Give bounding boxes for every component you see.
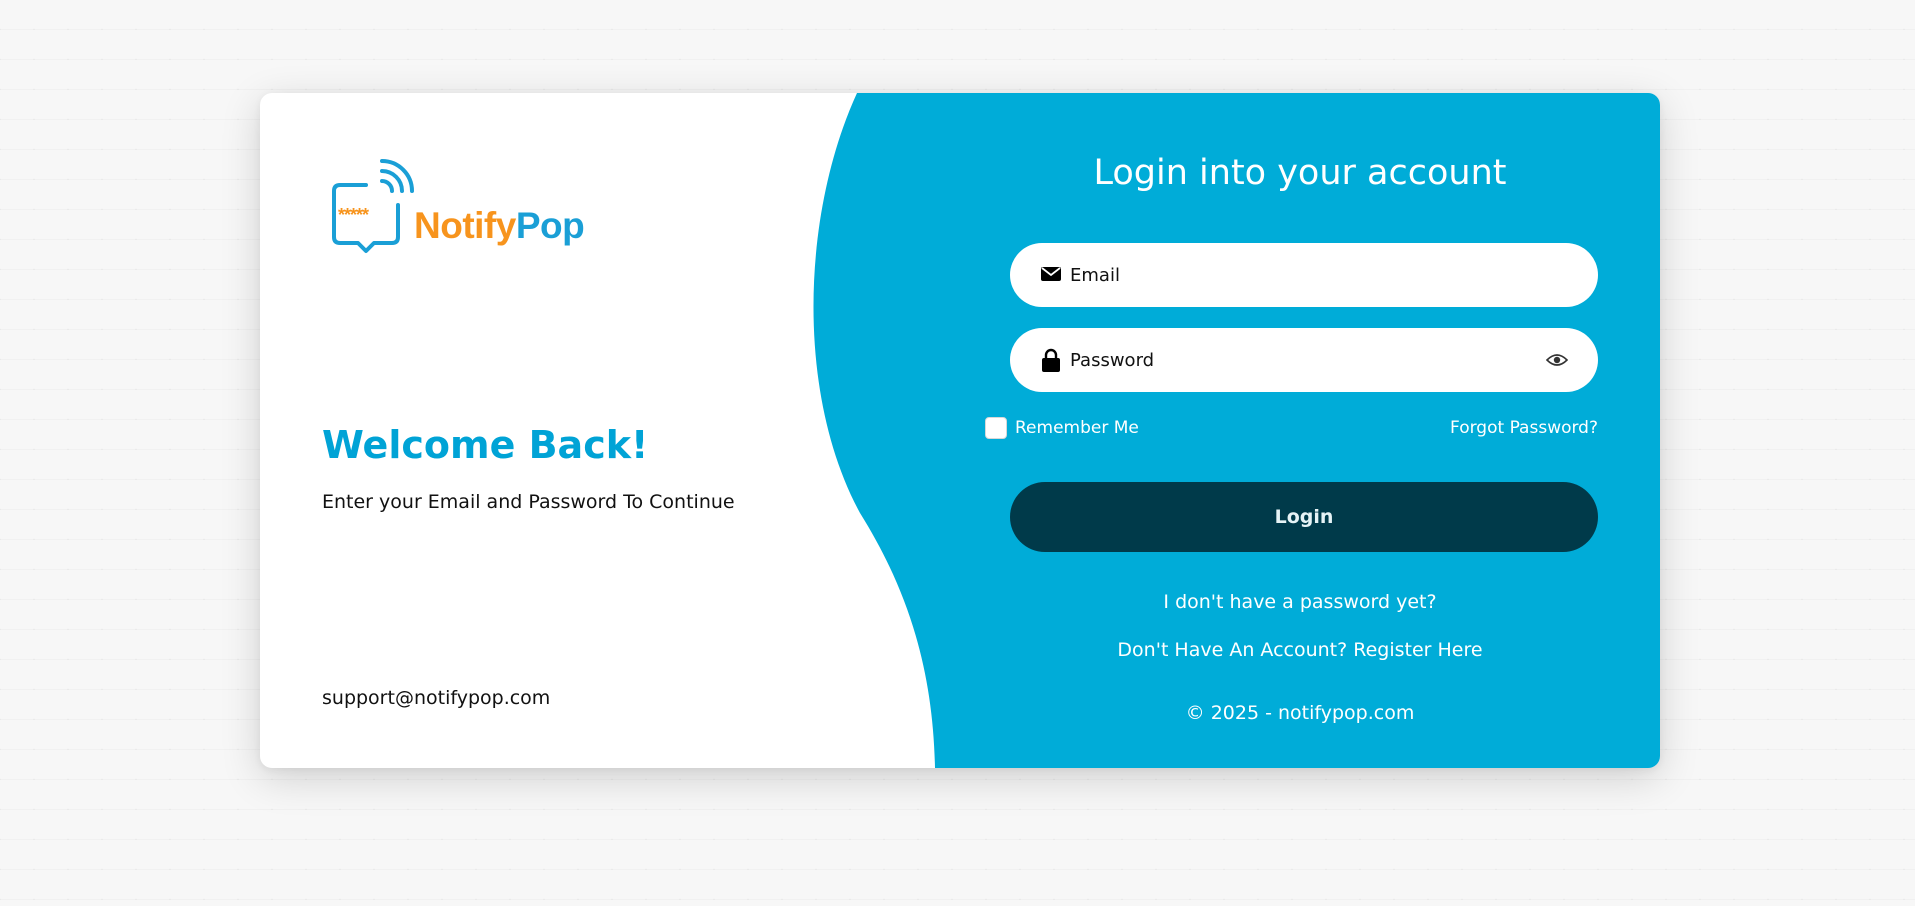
support-email: support@notifypop.com [322, 687, 551, 709]
copyright-row: © 2025 - notifypop.com [950, 702, 1650, 724]
login-title: Login into your account [1093, 153, 1507, 193]
welcome-subtitle: Enter your Email and Password To Continu… [322, 491, 735, 513]
no-password-link[interactable]: I don't have a password yet? [1163, 591, 1436, 613]
register-row: Don't Have An Account? Register Here [950, 639, 1650, 661]
remember-me[interactable]: Remember Me [985, 415, 1139, 441]
login-panel: Login into your account Remember Me Forg [950, 93, 1650, 768]
envelope-icon [1041, 267, 1061, 281]
logo-text-notify: Notify [414, 205, 516, 246]
login-card: ***** NotifyPop Welcome Back! Enter your… [260, 93, 1660, 768]
email-input[interactable] [1070, 255, 1540, 295]
notifypop-logo: ***** NotifyPop [330, 159, 600, 253]
password-input[interactable] [1070, 340, 1540, 380]
eye-icon[interactable] [1546, 352, 1568, 368]
left-panel: ***** NotifyPop Welcome Back! Enter your… [260, 93, 820, 768]
lock-icon [1042, 348, 1060, 372]
login-button[interactable]: Login [1010, 482, 1598, 552]
password-field[interactable] [1010, 328, 1598, 392]
logo-wordmark: NotifyPop [414, 205, 585, 246]
logo-text-pop: Pop [515, 205, 585, 246]
remember-me-checkbox[interactable] [985, 417, 1007, 439]
remember-me-label: Remember Me [1015, 418, 1139, 438]
no-password-row: I don't have a password yet? [950, 591, 1650, 613]
welcome-title: Welcome Back! [322, 423, 649, 467]
logo-stars: ***** [338, 205, 369, 225]
forgot-password-link[interactable]: Forgot Password? [1450, 415, 1598, 441]
register-link[interactable]: Don't Have An Account? Register Here [1117, 639, 1482, 661]
copyright-text: © 2025 - notifypop.com [1185, 702, 1415, 724]
email-field[interactable] [1010, 243, 1598, 307]
